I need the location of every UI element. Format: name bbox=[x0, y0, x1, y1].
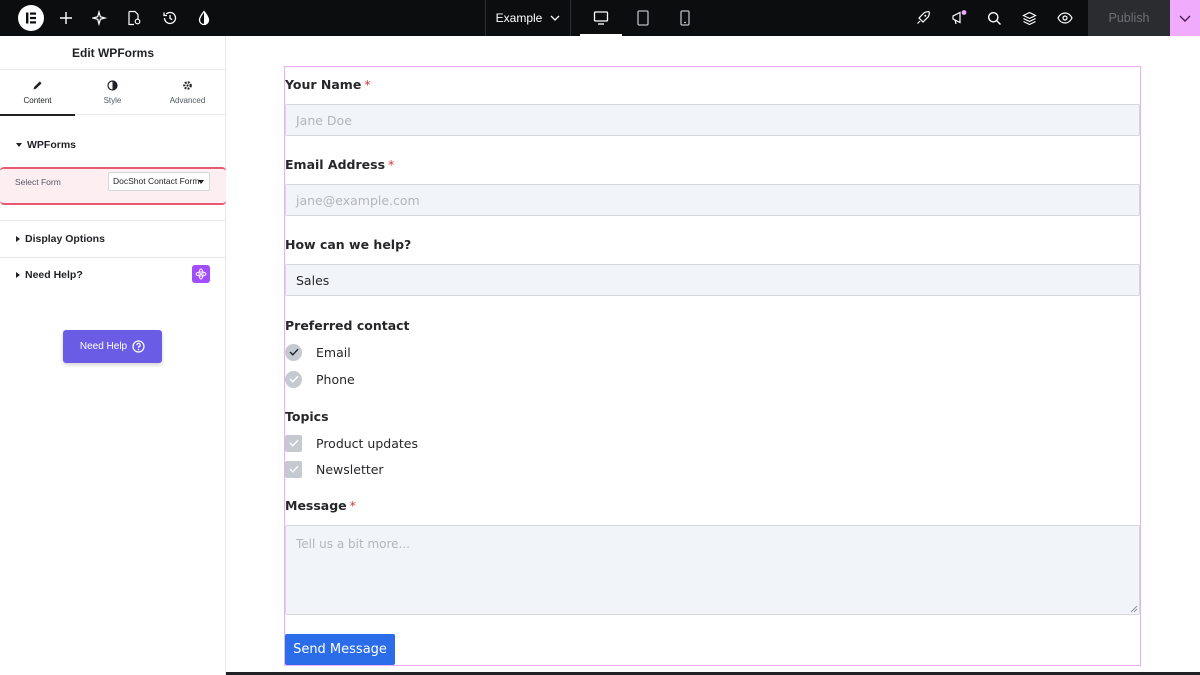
page-settings-icon[interactable] bbox=[120, 0, 148, 36]
need-help-button[interactable]: Need Help bbox=[63, 330, 162, 363]
caret-down-icon bbox=[16, 143, 22, 147]
radio-checked-icon bbox=[285, 343, 302, 361]
tab-advanced[interactable]: Advanced bbox=[150, 70, 225, 115]
checkbox-icon bbox=[285, 434, 302, 452]
pencil-icon bbox=[33, 81, 42, 90]
tablet-view-button[interactable] bbox=[622, 0, 664, 36]
page-selector[interactable]: Example bbox=[486, 0, 570, 36]
mobile-view-button[interactable] bbox=[664, 0, 706, 36]
tab-content-label: Content bbox=[23, 96, 52, 105]
tab-content[interactable]: Content bbox=[0, 70, 75, 116]
name-input[interactable]: Jane Doe bbox=[285, 104, 1140, 136]
layers-structure-icon[interactable] bbox=[1015, 0, 1043, 36]
gear-icon bbox=[183, 81, 192, 90]
page-name: Example bbox=[495, 11, 543, 25]
elementor-logo-icon[interactable] bbox=[18, 5, 44, 31]
contact-option-email[interactable]: Email bbox=[285, 343, 351, 361]
checkbox-icon bbox=[285, 460, 302, 478]
need-help-button-label: Need Help bbox=[79, 341, 128, 352]
section-wpforms-toggle[interactable]: WPForms bbox=[0, 127, 226, 163]
chevron-down-icon bbox=[550, 15, 560, 21]
tablet-icon bbox=[637, 10, 649, 26]
editor-panel: Edit WPForms Content Style Advanced WPFo… bbox=[0, 36, 226, 675]
contrast-icon bbox=[107, 80, 118, 91]
contact-option-phone[interactable]: Phone bbox=[285, 370, 355, 388]
publish-options-button[interactable] bbox=[1170, 0, 1200, 36]
help-field-label: How can we help? bbox=[285, 237, 412, 252]
publish-button[interactable]: Publish bbox=[1088, 0, 1170, 36]
site-settings-drop-icon[interactable] bbox=[190, 0, 218, 36]
topic-option-label: Product updates bbox=[316, 435, 418, 451]
separator bbox=[570, 0, 571, 36]
question-circle-icon bbox=[132, 340, 145, 353]
email-field-label: Email Address * bbox=[285, 157, 395, 172]
chevron-down-icon bbox=[1179, 15, 1191, 22]
panel-title: Edit WPForms bbox=[0, 36, 226, 70]
tab-style[interactable]: Style bbox=[75, 70, 150, 115]
contact-option-label: Phone bbox=[316, 371, 355, 387]
ai-assistant-icon[interactable] bbox=[192, 265, 210, 283]
topic-option-label: Newsletter bbox=[316, 461, 384, 477]
select-form-value: DocShot Contact Form bbox=[113, 176, 200, 186]
resize-grip-icon[interactable] bbox=[1130, 605, 1138, 613]
required-marker: * bbox=[388, 157, 395, 172]
top-bar: Example Publish bbox=[0, 0, 1200, 36]
section-wpforms-label: WPForms bbox=[27, 139, 77, 151]
history-icon[interactable] bbox=[156, 0, 184, 36]
required-marker: * bbox=[364, 77, 371, 92]
message-field-label: Message * bbox=[285, 498, 356, 513]
section-display-options-label: Display Options bbox=[25, 233, 105, 245]
section-need-help-label: Need Help? bbox=[25, 269, 83, 281]
caret-right-icon bbox=[16, 272, 20, 278]
mobile-icon bbox=[680, 10, 690, 26]
rocket-icon[interactable] bbox=[909, 0, 937, 36]
dropdown-arrow-icon bbox=[198, 180, 204, 184]
topic-option-product-updates[interactable]: Product updates bbox=[285, 434, 418, 452]
contact-field-label: Preferred contact bbox=[285, 318, 410, 333]
topics-field-label: Topics bbox=[285, 409, 329, 424]
help-select[interactable]: Sales bbox=[285, 264, 1140, 296]
tab-advanced-label: Advanced bbox=[169, 96, 206, 105]
panel-tabs: Content Style Advanced bbox=[0, 70, 226, 116]
notifications-megaphone-icon[interactable] bbox=[945, 0, 973, 36]
select-form-label: Select Form bbox=[15, 177, 61, 187]
tab-style-label: Style bbox=[103, 96, 122, 105]
add-element-icon[interactable] bbox=[52, 0, 80, 36]
topic-option-newsletter[interactable]: Newsletter bbox=[285, 460, 384, 478]
name-field-label: Your Name * bbox=[285, 77, 371, 92]
desktop-view-button[interactable] bbox=[580, 0, 622, 36]
section-display-options-toggle[interactable]: Display Options bbox=[0, 221, 226, 257]
select-form-dropdown[interactable]: DocShot Contact Form bbox=[108, 172, 210, 191]
radio-icon bbox=[285, 370, 302, 388]
ai-sparkle-icon[interactable] bbox=[86, 0, 114, 36]
message-textarea[interactable]: Tell us a bit more... bbox=[285, 525, 1140, 615]
contact-option-label: Email bbox=[316, 344, 351, 360]
search-icon[interactable] bbox=[980, 0, 1008, 36]
required-marker: * bbox=[349, 498, 356, 513]
select-form-control: Select Form DocShot Contact Form bbox=[0, 167, 226, 205]
caret-right-icon bbox=[16, 236, 20, 242]
preview-eye-icon[interactable] bbox=[1051, 0, 1079, 36]
email-input[interactable]: jane@example.com bbox=[285, 184, 1140, 216]
send-message-button[interactable]: Send Message bbox=[285, 634, 395, 665]
desktop-icon bbox=[593, 11, 609, 25]
